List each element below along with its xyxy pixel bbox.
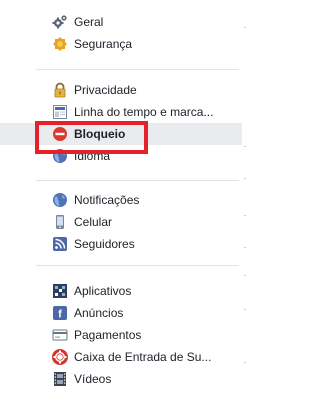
edge-tick bbox=[244, 27, 246, 28]
badge-icon bbox=[52, 36, 68, 52]
divider bbox=[36, 69, 239, 70]
nav-group-account: Geral Segurança bbox=[0, 11, 242, 55]
sidebar-item-label: Anúncios bbox=[74, 306, 124, 320]
padlock-icon bbox=[52, 82, 68, 98]
apps-icon bbox=[52, 283, 68, 299]
divider bbox=[36, 180, 239, 181]
sidebar-item-caixa-de-entrada[interactable]: Caixa de Entrada de Su... bbox=[0, 346, 242, 368]
card-icon bbox=[52, 327, 68, 343]
edge-tick bbox=[244, 362, 246, 363]
film-icon bbox=[52, 371, 68, 387]
sidebar-item-geral[interactable]: Geral bbox=[0, 11, 242, 33]
rss-icon bbox=[52, 236, 68, 252]
divider bbox=[36, 265, 239, 266]
lifebuoy-icon bbox=[52, 349, 68, 365]
sidebar-item-notificacoes[interactable]: Notificações bbox=[0, 189, 242, 211]
sidebar-item-celular[interactable]: Celular bbox=[0, 211, 242, 233]
sidebar-item-label: Geral bbox=[74, 15, 104, 29]
globe-icon bbox=[52, 192, 68, 208]
ads-icon: f bbox=[52, 305, 68, 321]
sidebar-item-linha-do-tempo[interactable]: Linha do tempo e marca... bbox=[0, 101, 242, 123]
settings-sidebar: Geral Segurança Privacidade Linha do tem… bbox=[0, 0, 242, 407]
sidebar-item-label: Seguidores bbox=[74, 237, 135, 251]
sidebar-item-seguranca[interactable]: Segurança bbox=[0, 33, 242, 55]
sidebar-item-videos[interactable]: Vídeos bbox=[0, 368, 242, 390]
edge-tick bbox=[244, 146, 246, 147]
sidebar-item-pagamentos[interactable]: Pagamentos bbox=[0, 324, 242, 346]
sidebar-item-anuncios[interactable]: f Anúncios bbox=[0, 302, 242, 324]
sidebar-item-label: Celular bbox=[74, 215, 113, 229]
edge-tick bbox=[244, 215, 246, 216]
sidebar-item-label: Vídeos bbox=[74, 372, 112, 386]
edge-tick bbox=[244, 309, 246, 310]
sidebar-item-label: Privacidade bbox=[74, 83, 137, 97]
sidebar-item-label: Notificações bbox=[74, 193, 140, 207]
edge-tick bbox=[244, 178, 246, 179]
sidebar-item-aplicativos[interactable]: Aplicativos bbox=[0, 280, 242, 302]
annotation-highlight bbox=[35, 121, 148, 154]
nav-group-notifications: Notificações Celular Seguidores bbox=[0, 189, 242, 255]
sidebar-item-label: Pagamentos bbox=[74, 328, 142, 342]
edge-tick bbox=[244, 247, 246, 248]
settings-page: Geral Segurança Privacidade Linha do tem… bbox=[0, 0, 249, 407]
nav-group-apps: Aplicativos f Anúncios Pagamentos Caixa … bbox=[0, 280, 242, 390]
sidebar-item-privacidade[interactable]: Privacidade bbox=[0, 79, 242, 101]
edge-tick bbox=[244, 275, 246, 276]
sidebar-item-label: Segurança bbox=[74, 37, 133, 51]
phone-icon bbox=[52, 214, 68, 230]
sidebar-item-label: Caixa de Entrada de Su... bbox=[74, 350, 212, 364]
svg-text:f: f bbox=[58, 309, 62, 321]
sidebar-item-label: Aplicativos bbox=[74, 284, 132, 298]
content-edge bbox=[243, 0, 249, 407]
sidebar-item-seguidores[interactable]: Seguidores bbox=[0, 233, 242, 255]
gears-icon bbox=[52, 14, 68, 30]
timeline-icon bbox=[52, 104, 68, 120]
sidebar-item-label: Linha do tempo e marca... bbox=[74, 105, 214, 119]
